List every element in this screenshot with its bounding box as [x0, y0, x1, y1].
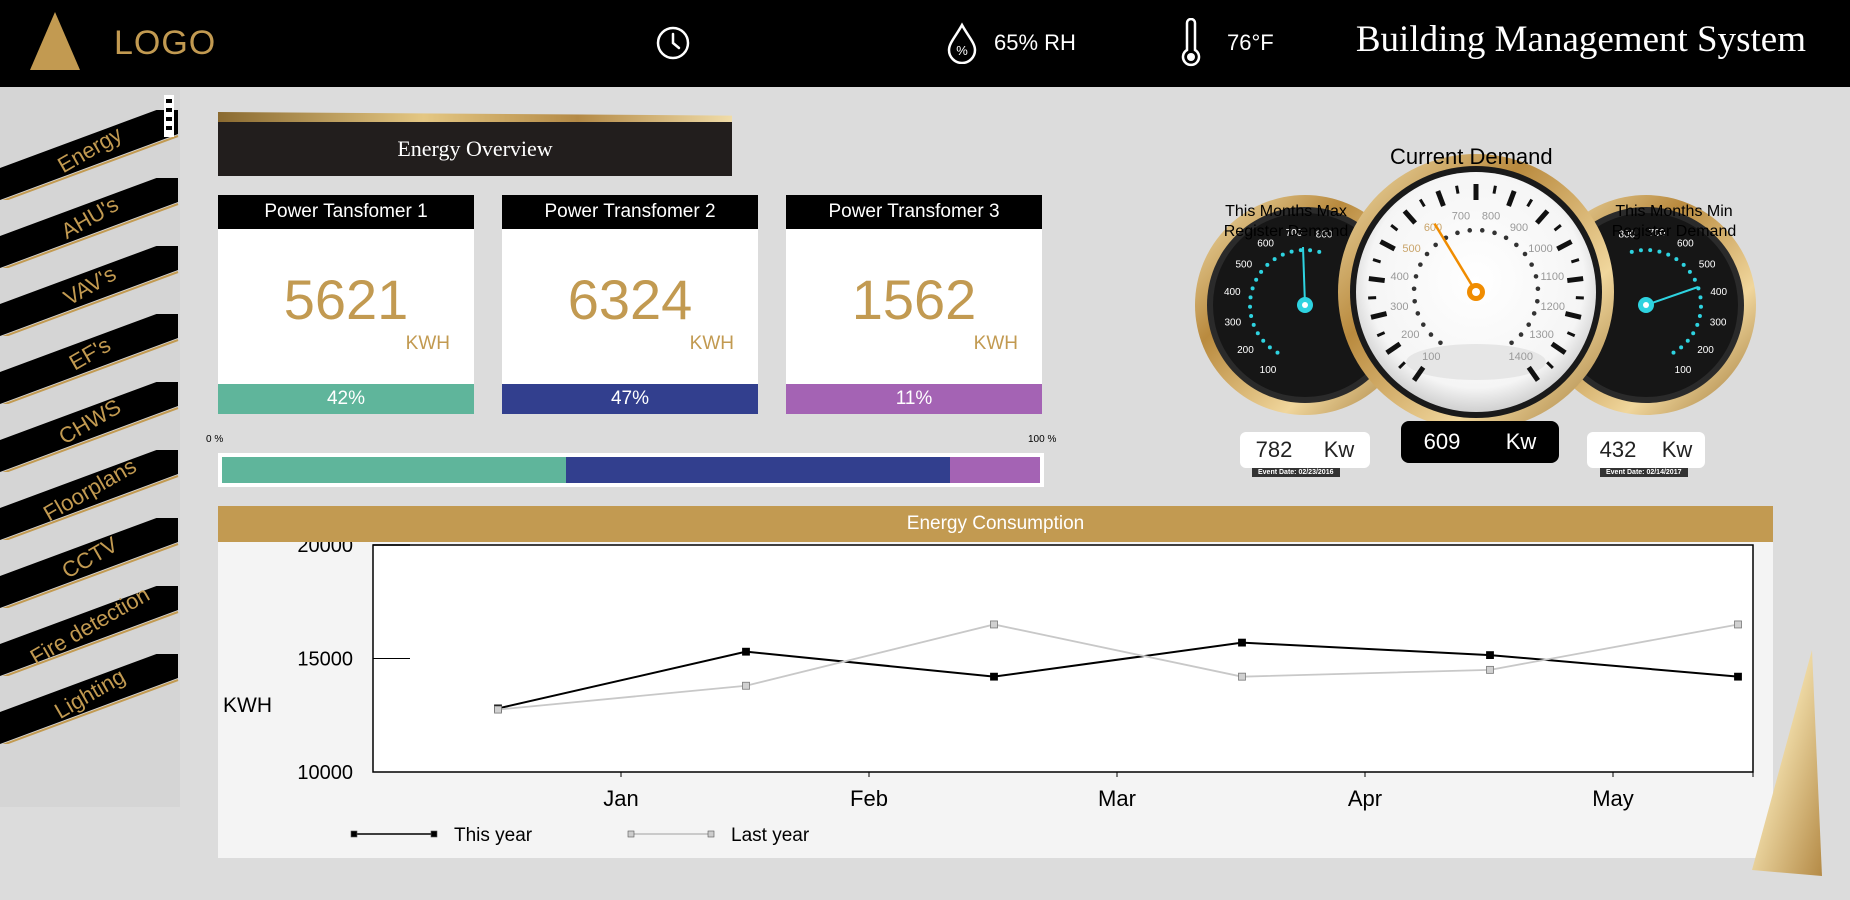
- gauge-tick-label: 200: [1697, 345, 1714, 356]
- gauge-tick-label: 300: [1710, 317, 1727, 328]
- card-value: 5621: [283, 268, 409, 331]
- max-demand-readout: 782 Kw: [1240, 432, 1370, 468]
- data-point: [494, 705, 502, 714]
- card-percent: 11%: [786, 384, 1042, 414]
- y-tick-label: 10000: [297, 762, 353, 784]
- transformer-card-1[interactable]: Power Tansfomer 1 5621 KWH 42%: [218, 195, 474, 414]
- gauge-tick-label: 500: [1236, 259, 1253, 270]
- share-stacked-bar: [218, 453, 1044, 487]
- app-title: Building Management System: [1355, 19, 1806, 60]
- data-point: [990, 620, 998, 629]
- card-percent: 42%: [218, 384, 474, 414]
- x-tick-label: Feb: [850, 786, 888, 811]
- plot-frame: [372, 544, 1754, 773]
- temperature-value: 76°F: [1227, 30, 1274, 55]
- share-segment-1: [222, 457, 566, 483]
- top-header: LOGO % 65% RH 76°F Building Management S…: [0, 0, 1850, 87]
- card-title: Power Transfomer 3: [786, 195, 1042, 229]
- gauge-tick-label: 700: [1452, 210, 1470, 222]
- gauge-tick-label: 1100: [1540, 271, 1564, 283]
- gauge-tick-label: 300: [1390, 301, 1408, 313]
- gauge-tick-label: 900: [1510, 222, 1528, 234]
- data-point: [742, 681, 750, 690]
- share-segment-2: [565, 457, 950, 483]
- card-value: 6324: [567, 268, 693, 331]
- scale-min-label: 0 %: [206, 434, 224, 445]
- min-demand-unit: Kw: [1661, 437, 1693, 462]
- svg-text:%: %: [956, 43, 968, 58]
- current-demand-unit: Kw: [1505, 429, 1537, 454]
- gauge-tick-label: 100: [1260, 365, 1277, 376]
- card-value: 1562: [851, 268, 977, 331]
- consumption-line-chart: 20000 15000 10000 KWH Jan Feb Mar Apr May This ye…: [223, 542, 1754, 846]
- data-point: [1486, 651, 1494, 659]
- x-tick-label: Jan: [603, 786, 638, 811]
- gauge-tick-label: 1300: [1529, 329, 1553, 341]
- card-unit: KWH: [973, 333, 1018, 354]
- legend-label: This year: [454, 825, 533, 846]
- corner-gold-decoration: [1752, 650, 1822, 876]
- scale-max-label: 100 %: [1028, 434, 1057, 445]
- gauge-tick-label: 400: [1391, 271, 1409, 283]
- thermometer-icon: [1181, 18, 1201, 67]
- x-tick-label: Apr: [1348, 786, 1382, 811]
- card-unit: KWH: [405, 333, 450, 354]
- gauge-tick-label: 500: [1699, 259, 1716, 270]
- share-segment-3: [950, 457, 1040, 483]
- current-demand-title: Current Demand: [1390, 144, 1553, 169]
- y-axis-label: KWH: [223, 694, 272, 717]
- gauge-tick-label: 800: [1482, 210, 1500, 222]
- gauge-tick-label: 1000: [1528, 243, 1552, 255]
- card-title: Power Transfomer 2: [502, 195, 758, 229]
- gauge-tick-label: 100: [1422, 351, 1440, 363]
- max-demand-title: This Months Max Register Demand: [1223, 203, 1349, 240]
- data-point: [990, 672, 998, 681]
- min-demand-title: This Months Min Register Demand: [1611, 203, 1737, 240]
- data-point: [1734, 620, 1742, 629]
- scroll-handle[interactable]: [164, 95, 174, 137]
- y-tick-label: 20000: [297, 542, 353, 557]
- x-tick-label: May: [1592, 786, 1634, 811]
- overview-title: Energy Overview: [218, 122, 732, 176]
- min-demand-readout: 432 Kw: [1587, 432, 1705, 468]
- data-point: [1238, 638, 1246, 647]
- humidity-value: 65% RH: [994, 30, 1076, 55]
- clock-icon: [656, 26, 690, 60]
- gauge-tick-label: 1400: [1508, 351, 1532, 363]
- gauge-tick-label: 300: [1225, 317, 1242, 328]
- y-tick-label: 15000: [297, 649, 353, 671]
- consumption-header: Energy Consumption: [218, 506, 1773, 542]
- logo-text: LOGO: [114, 24, 217, 62]
- gauge-tick-label: 500: [1402, 243, 1420, 255]
- card-title: Power Tansfomer 1: [218, 195, 474, 229]
- transformer-card-2[interactable]: Power Transfomer 2 6324 KWH 47%: [502, 195, 758, 414]
- gauge-tick-label: 400: [1224, 287, 1241, 298]
- gauge-tick-label: 100: [1675, 365, 1692, 376]
- gauge-tick-label: 200: [1237, 345, 1254, 356]
- gauge-tick-label: 200: [1401, 329, 1419, 341]
- transformer-card-3[interactable]: Power Transfomer 3 1562 KWH 11%: [786, 195, 1042, 414]
- data-point: [1486, 665, 1494, 674]
- data-point: [742, 647, 750, 656]
- humidity-icon: %: [947, 22, 977, 64]
- card-unit: KWH: [689, 333, 734, 354]
- sidebar-item-lighting[interactable]: Lighting: [0, 654, 180, 744]
- data-point: [1238, 672, 1246, 681]
- current-demand-readout: 609 Kw: [1401, 421, 1559, 463]
- legend-label: Last year: [731, 825, 810, 846]
- max-demand-unit: Kw: [1323, 437, 1355, 462]
- gauge-tick-label: 1200: [1540, 301, 1564, 313]
- max-event-date: Event Date: 02/23/2016: [1252, 468, 1340, 477]
- min-event-date: Event Date: 02/14/2017: [1600, 468, 1688, 477]
- logo-triangle-icon: [30, 12, 80, 70]
- min-demand-value: 432: [1599, 437, 1637, 462]
- card-percent: 47%: [502, 384, 758, 414]
- current-demand-value: 609: [1423, 429, 1461, 454]
- x-tick-label: Mar: [1098, 786, 1136, 811]
- gauge-tick-label: 400: [1710, 287, 1727, 298]
- data-point: [1734, 672, 1742, 681]
- max-demand-value: 782: [1255, 437, 1293, 462]
